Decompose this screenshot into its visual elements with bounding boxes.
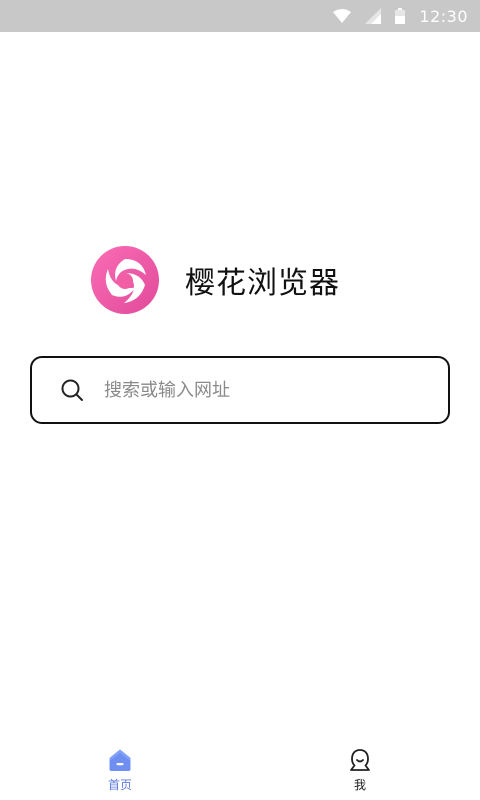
nav-item-home[interactable]: 首页 — [80, 748, 160, 792]
wifi-icon — [333, 9, 352, 23]
search-icon[interactable] — [60, 378, 84, 402]
bottom-nav: 首页 我 — [0, 740, 480, 800]
status-icons: 12:30 — [333, 0, 468, 32]
status-bar: 12:30 — [0, 0, 480, 32]
app-title: 樱花浏览器 — [185, 266, 340, 301]
nav-label-me: 我 — [353, 778, 366, 792]
nav-item-me[interactable]: 我 — [320, 748, 400, 792]
brand-header: 樱花浏览器 — [90, 244, 340, 316]
user-icon — [350, 749, 370, 771]
cell-signal-icon — [365, 8, 382, 24]
nav-label-home: 首页 — [107, 778, 132, 792]
battery-icon — [395, 8, 406, 24]
search-input[interactable] — [104, 379, 404, 401]
sakura-swirl-logo-icon — [91, 246, 159, 314]
search-bar[interactable] — [30, 356, 450, 424]
home-icon — [109, 749, 131, 771]
status-time: 12:30 — [419, 6, 468, 26]
